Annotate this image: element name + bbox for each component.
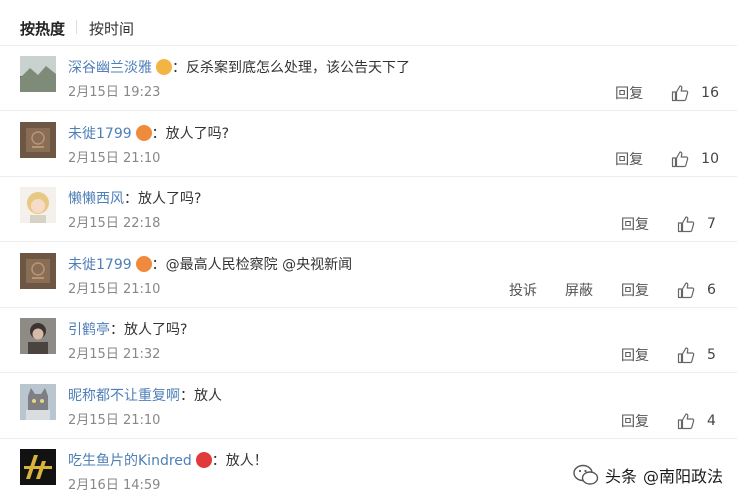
like-thumb-icon[interactable] xyxy=(677,281,695,299)
colon-separator: ： xyxy=(172,60,186,76)
sort-tabs: 按热度 按时间 xyxy=(0,0,737,46)
comment-item: 懒懒西风：放人了吗? 2月15日 22:18 回复 7 xyxy=(0,177,737,242)
comment-item: 引鹤亭：放人了吗? 2月15日 21:32 回复 5 xyxy=(0,308,737,373)
like-thumb-icon[interactable] xyxy=(671,150,689,168)
user-badge-icon xyxy=(135,124,152,141)
username-link[interactable]: 深谷幽兰淡雅 xyxy=(68,60,152,76)
like-thumb-icon[interactable] xyxy=(677,346,695,364)
comment-item: 未徙1799 ：@最高人民检察院 @央视新闻 2月15日 21:10 投诉 屏蔽 回复 6 xyxy=(0,243,737,308)
comment-actions: 回复 5 xyxy=(593,346,719,364)
comment-body: 引鹤亭：放人了吗? xyxy=(68,320,187,340)
user-avatar[interactable] xyxy=(20,121,56,158)
like-count: 5 xyxy=(707,347,716,363)
user-avatar[interactable] xyxy=(20,252,56,289)
colon-separator: ： xyxy=(110,322,124,338)
comment-item: 未徙1799 ：放人了吗? 2月15日 21:10 回复 10 xyxy=(0,112,737,177)
like-thumb-icon[interactable] xyxy=(677,412,695,430)
comment-time: 2月15日 21:10 xyxy=(68,412,161,428)
tab-sort-by-time[interactable]: 按时间 xyxy=(89,18,134,39)
reply-button[interactable]: 回复 xyxy=(621,411,649,431)
comment-actions: 回复 10 xyxy=(587,150,719,168)
like-count: 4 xyxy=(707,412,716,429)
comment-text: 放人了吗? xyxy=(124,322,188,338)
comment-time: 2月15日 19:23 xyxy=(68,85,161,100)
user-badge-icon xyxy=(156,59,172,75)
user-avatar[interactable] xyxy=(20,449,56,485)
username-link[interactable]: 懒懒西风 xyxy=(68,191,124,207)
username-link[interactable]: 吃生鱼片的Kindred xyxy=(68,453,192,469)
like-count: 10 xyxy=(701,150,719,167)
comment-actions: 回复 16 xyxy=(587,84,719,102)
comment-body: 懒懒西风：放人了吗? xyxy=(68,189,201,209)
comment-actions: 回复 4 xyxy=(593,412,719,430)
reply-button[interactable]: 回复 xyxy=(621,280,649,300)
reply-button[interactable]: 回复 xyxy=(621,214,649,234)
like-thumb-icon[interactable] xyxy=(671,84,689,102)
user-badge-icon xyxy=(195,452,212,468)
colon-separator: ： xyxy=(211,453,226,469)
user-badge-icon xyxy=(135,255,152,272)
tab-divider xyxy=(76,20,77,34)
comment-body: 昵称都不让重复啊：放人 xyxy=(68,386,222,406)
comment-actions: 回复 7 xyxy=(593,215,719,233)
block-button[interactable]: 屏蔽 xyxy=(565,280,593,300)
username-link[interactable]: 未徙1799 xyxy=(68,257,132,273)
colon-separator: ： xyxy=(124,191,138,207)
user-avatar[interactable] xyxy=(20,383,56,420)
user-avatar[interactable] xyxy=(20,318,56,354)
comment-time: 2月15日 21:10 xyxy=(68,150,161,166)
tab-sort-by-hot[interactable]: 按热度 xyxy=(20,18,65,39)
comment-time: 2月15日 21:10 xyxy=(68,281,161,297)
like-thumb-icon[interactable] xyxy=(677,215,695,233)
comment-body: 吃生鱼片的Kindred ：放人！ xyxy=(68,451,268,471)
watermark: 头条 @南阳政法 xyxy=(573,463,723,487)
comment-actions: 投诉 屏蔽 回复 6 xyxy=(481,281,719,299)
watermark-text: 头条 xyxy=(604,467,637,486)
comment-item: 深谷幽兰淡雅 ：反杀案到底怎么处理，该公告天下了 2月15日 19:23 回复 16 xyxy=(0,46,737,111)
comment-text: 放人了吗? xyxy=(138,191,202,207)
wechat-logo-icon xyxy=(573,464,599,485)
comment-text: @最高人民检察院 @央视新闻 xyxy=(165,256,353,273)
comment-time: 2月15日 21:32 xyxy=(68,347,161,362)
user-avatar[interactable] xyxy=(20,187,56,223)
watermark-account: @南阳政法 xyxy=(642,467,723,486)
comment-item: 昵称都不让重复啊：放人 2月15日 21:10 回复 4 xyxy=(0,374,737,439)
username-link[interactable]: 昵称都不让重复啊 xyxy=(68,388,180,404)
comment-body: 未徙1799 ：放人了吗? xyxy=(68,124,229,144)
comment-text: 放人了吗? xyxy=(165,125,230,142)
comment-text: 放人！ xyxy=(225,453,268,469)
reply-button[interactable]: 回复 xyxy=(621,345,649,365)
user-avatar[interactable] xyxy=(20,56,56,92)
comment-text: 放人 xyxy=(194,387,222,404)
reply-button[interactable]: 回复 xyxy=(615,149,643,169)
comment-body: 深谷幽兰淡雅 ：反杀案到底怎么处理，该公告天下了 xyxy=(68,58,410,78)
reply-button[interactable]: 回复 xyxy=(615,83,643,103)
comment-time: 2月16日 14:59 xyxy=(68,478,161,493)
like-count: 6 xyxy=(707,281,716,298)
colon-separator: ： xyxy=(180,387,194,404)
like-count: 7 xyxy=(707,216,716,232)
like-count: 16 xyxy=(701,85,719,101)
comment-text: 反杀案到底怎么处理，该公告天下了 xyxy=(186,60,410,76)
comment-time: 2月15日 22:18 xyxy=(68,216,161,231)
report-button[interactable]: 投诉 xyxy=(509,280,537,300)
colon-separator: ： xyxy=(151,256,166,273)
username-link[interactable]: 未徙1799 xyxy=(68,126,132,142)
comment-body: 未徙1799 ：@最高人民检察院 @央视新闻 xyxy=(68,255,352,275)
colon-separator: ： xyxy=(151,125,166,142)
username-link[interactable]: 引鹤亭 xyxy=(68,322,110,338)
